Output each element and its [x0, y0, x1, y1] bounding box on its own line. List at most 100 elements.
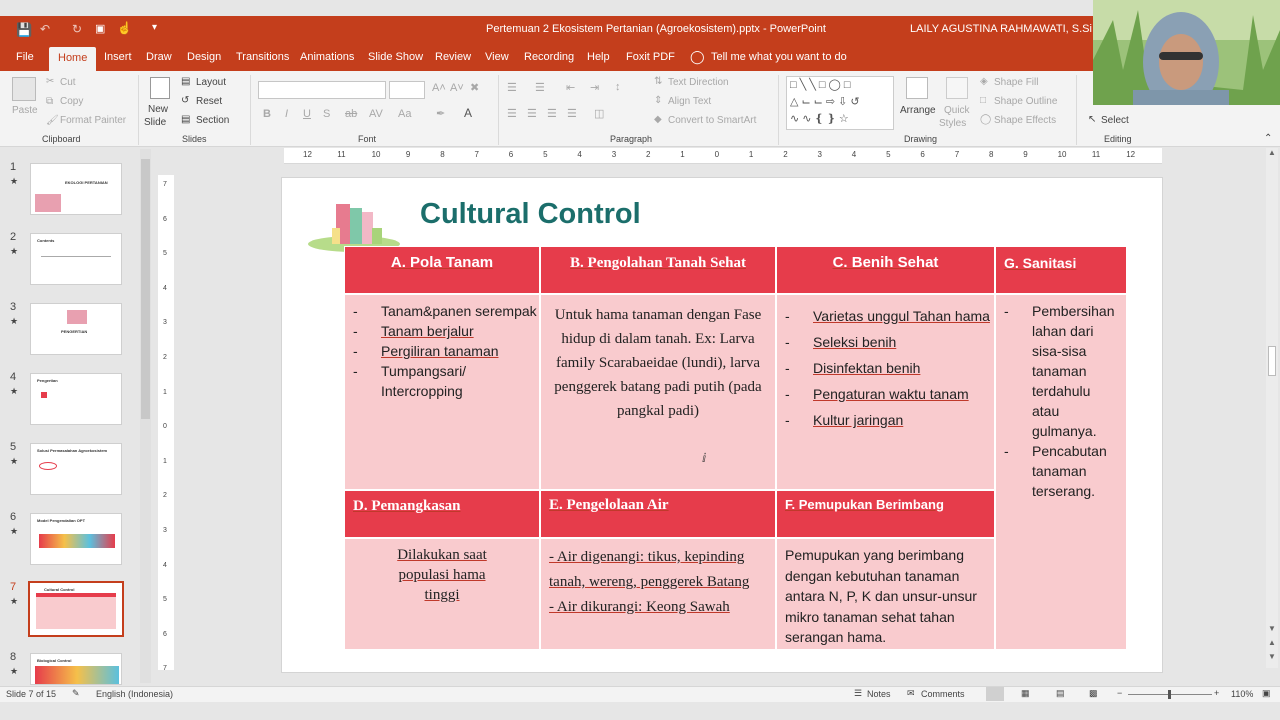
reset-button[interactable]: Reset [196, 96, 222, 107]
body-pengelolaan-air[interactable]: - Air digenangi: tikus, kepinding tanah,… [540, 538, 776, 650]
align-left-icon[interactable]: ☰ [507, 107, 517, 120]
vertical-ruler[interactable]: 7 6 5 4 3 2 1 0 1 2 3 4 5 6 7 [158, 175, 174, 672]
quick-styles-icon[interactable] [946, 77, 968, 99]
shadow-icon[interactable]: S [323, 108, 330, 120]
copy-icon[interactable]: ⧉ [46, 96, 53, 107]
accessibility-icon[interactable]: ✎ [72, 688, 80, 699]
tab-design[interactable]: Design [187, 51, 221, 63]
cut-button[interactable]: Cut [60, 77, 76, 88]
slide-thumbnail-1[interactable]: EKOLOGI PERTANIAN [30, 163, 122, 215]
scroll-up-icon[interactable]: ▲ [1268, 148, 1276, 157]
reset-icon[interactable]: ↺ [181, 95, 189, 106]
decrease-font-icon[interactable]: A˅ [450, 82, 464, 94]
header-pengelolaan-air[interactable]: E. Pengelolaan Air [540, 490, 776, 538]
body-sanitasi[interactable]: - Pembersihan lahan dari sisa-sisa tanama… [995, 294, 1127, 650]
slide-thumbnail-7-selected[interactable]: Cultural Control [28, 581, 124, 637]
format-painter-icon[interactable]: 🖌 [46, 115, 59, 126]
section-button[interactable]: Section [196, 115, 229, 126]
tab-draw[interactable]: Draw [146, 51, 172, 63]
shape-outline-icon[interactable]: □ [980, 95, 986, 106]
body-pemangkasan[interactable]: Dilakukan saat populasi hama tinggi [344, 538, 540, 650]
notes-icon[interactable]: ☰ [854, 688, 862, 699]
tab-home[interactable]: Home [49, 47, 97, 71]
collapse-ribbon-icon[interactable]: ⌃ [1264, 133, 1272, 144]
bold-icon[interactable]: B [263, 108, 271, 120]
shape-outline-button[interactable]: Shape Outline [994, 96, 1057, 107]
smartart-icon[interactable]: ◆ [654, 114, 662, 125]
present-icon[interactable]: ▣ [95, 22, 105, 35]
align-text-button[interactable]: Align Text [668, 96, 711, 107]
normal-view-icon[interactable] [986, 687, 1004, 701]
tab-view[interactable]: View [485, 51, 509, 63]
shapes-gallery[interactable]: □╲╲□◯□ △⌙⌙⇨⇩↺ ∿∿❴❵☆ [786, 76, 894, 130]
select-button[interactable]: Select [1101, 115, 1129, 126]
language-indicator[interactable]: English (Indonesia) [96, 689, 173, 699]
justify-icon[interactable]: ☰ [567, 107, 577, 120]
format-painter-button[interactable]: Format Painter [60, 115, 126, 126]
font-name-field[interactable] [258, 81, 386, 99]
tab-file[interactable]: File [16, 51, 34, 63]
comments-icon[interactable]: ✉ [907, 688, 915, 699]
editor-scrollbar-thumb[interactable] [1268, 346, 1276, 376]
body-pengolahan-tanah[interactable]: Untuk hama tanaman dengan Fase hidup di … [540, 294, 776, 490]
notes-button[interactable]: Notes [867, 689, 891, 699]
bullets-icon[interactable]: ☰ [507, 81, 517, 94]
shape-fill-button[interactable]: Shape Fill [994, 77, 1038, 88]
paste-icon[interactable] [12, 77, 36, 101]
tab-animations[interactable]: Animations [300, 51, 354, 63]
zoom-in-icon[interactable]: + [1214, 688, 1219, 698]
slideshow-view-icon[interactable]: ▩ [1089, 688, 1098, 699]
slide-thumbnail-4[interactable]: Pengertian [30, 373, 122, 425]
text-direction-icon[interactable]: ⇅ [654, 76, 662, 87]
align-right-icon[interactable]: ☰ [547, 107, 557, 120]
horizontal-ruler[interactable]: 12 11 10 9 8 7 6 5 4 3 2 1 0 1 2 3 4 5 6 7 8 9 10 11 12 [284, 148, 1162, 164]
arrange-button[interactable]: Arrange [900, 105, 936, 116]
clear-format-icon[interactable]: ✖ [470, 81, 479, 94]
thumbnails-scrollbar-thumb[interactable] [141, 159, 150, 419]
layout-button[interactable]: Layout [196, 77, 226, 88]
scroll-down-icon[interactable]: ▼ [1268, 624, 1276, 633]
paste-button[interactable]: Paste [12, 105, 38, 116]
zoom-level[interactable]: 110% [1231, 689, 1253, 699]
header-pemangkasan[interactable]: D. Pemangkasan [344, 490, 540, 538]
slide-thumbnail-2[interactable]: Contents [30, 233, 122, 285]
increase-font-icon[interactable]: A˄ [432, 82, 446, 94]
new-slide-button[interactable]: Slide [144, 117, 166, 128]
header-pemupukan[interactable]: F. Pemupukan Berimbang [776, 490, 995, 538]
header-benih-sehat[interactable]: C. Benih Sehat [776, 246, 995, 294]
tab-slide-show[interactable]: Slide Show [368, 51, 423, 63]
font-color-icon[interactable]: A [464, 106, 472, 120]
cut-icon[interactable]: ✂ [46, 76, 54, 87]
shape-effects-icon[interactable]: ◯ [980, 114, 991, 125]
underline-icon[interactable]: U [303, 108, 311, 120]
case-icon[interactable]: Aa [398, 108, 411, 120]
redo-icon[interactable]: ↻ [72, 22, 82, 36]
highlight-icon[interactable]: ✒ [436, 107, 445, 120]
slide-canvas[interactable]: Cultural Control A. Pola Tanam B. Pengol… [281, 177, 1163, 673]
editor-scrollbar[interactable]: ▲ ▼ ▲ ▼ [1266, 148, 1278, 668]
font-size-field[interactable] [389, 81, 425, 99]
quick-styles-button[interactable]: Styles [939, 118, 966, 129]
shape-effects-button[interactable]: Shape Effects [994, 115, 1056, 126]
section-icon[interactable]: ▤ [181, 114, 190, 125]
tab-recording[interactable]: Recording [524, 51, 574, 63]
save-icon[interactable]: 💾 [16, 22, 32, 38]
align-center-icon[interactable]: ☰ [527, 107, 537, 120]
tab-help[interactable]: Help [587, 51, 610, 63]
body-pola-tanam[interactable]: - Tanam&panen serempak - Tanam berjalur -P… [344, 294, 540, 490]
body-pemupukan[interactable]: Pemupukan yang berimbang dengan kebutuha… [776, 538, 995, 650]
reading-view-icon[interactable]: ▤ [1056, 688, 1065, 699]
slide-title[interactable]: Cultural Control [420, 198, 641, 231]
tab-insert[interactable]: Insert [104, 51, 132, 63]
columns-icon[interactable]: ◫ [594, 107, 604, 120]
header-pola-tanam[interactable]: A. Pola Tanam [344, 246, 540, 294]
numbering-icon[interactable]: ☰ [535, 81, 545, 94]
slide-thumbnail-8[interactable]: Biological Control [30, 653, 122, 685]
slide-thumbnail-5[interactable]: Solusi Permasalahan Agroekosistem [30, 443, 122, 495]
new-slide-icon[interactable] [150, 77, 170, 99]
strikethrough-icon[interactable]: ab [345, 108, 357, 120]
header-sanitasi[interactable]: G. Sanitasi [995, 246, 1127, 294]
slide-sorter-icon[interactable]: ▦ [1021, 688, 1030, 699]
zoom-out-icon[interactable]: − [1117, 688, 1122, 698]
spacing-icon[interactable]: AV [369, 108, 383, 120]
